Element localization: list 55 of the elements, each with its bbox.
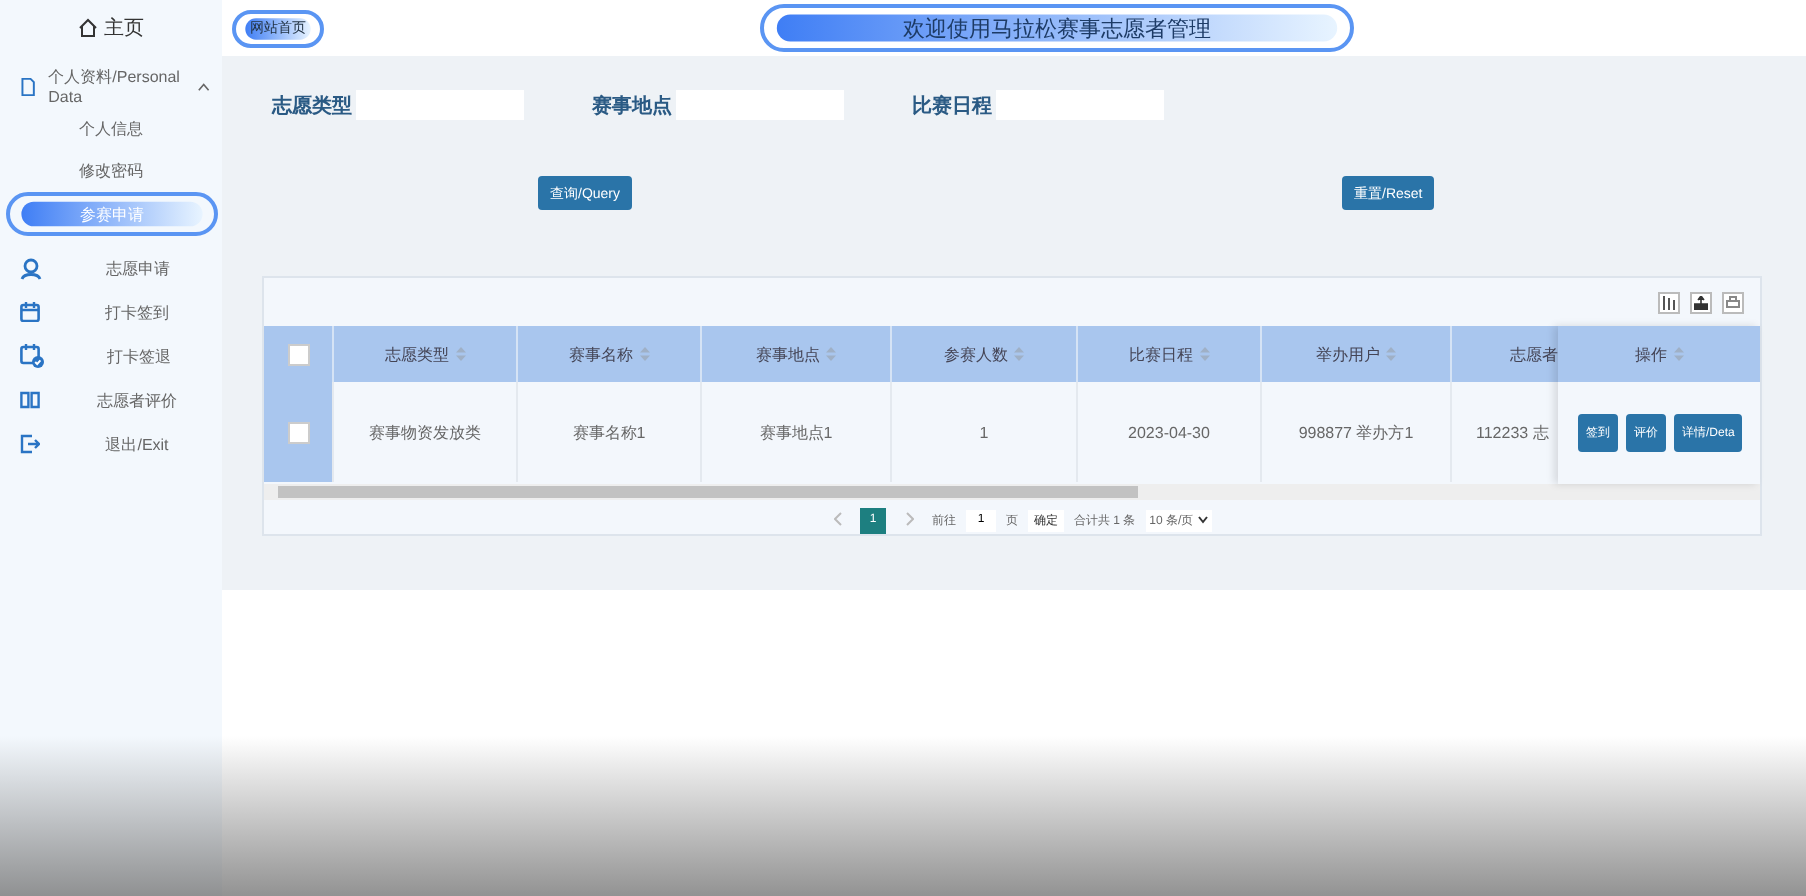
caret-icon (1197, 516, 1208, 524)
column-header[interactable]: 志愿者 (1510, 343, 1558, 365)
table-cell: 2023-04-30 (1128, 423, 1210, 441)
table-cell: 赛事地点1 (759, 421, 833, 443)
chevron-up-icon (198, 81, 210, 91)
submenu-item[interactable]: 个人信息 (0, 108, 222, 148)
horizontal-scrollbar[interactable] (264, 484, 1760, 500)
checkbox[interactable] (287, 421, 309, 443)
table-cell: 998877 举办方1 (1298, 421, 1414, 443)
menu-item[interactable]: 打卡签到 (0, 292, 222, 332)
menu-group[interactable]: 个人资料/Personal Data (0, 56, 222, 104)
menu-item[interactable]: 打卡签退 (0, 336, 222, 376)
column-header[interactable]: 志愿类型 (385, 343, 449, 365)
export-icon (1694, 295, 1708, 309)
table-cell: 赛事名称1 (572, 421, 646, 443)
user-icon (20, 257, 42, 279)
sort-icon (1673, 346, 1683, 362)
sort-icon (455, 346, 465, 362)
submenu-item[interactable]: 修改密码 (0, 150, 222, 190)
calendar-icon (20, 302, 40, 322)
print-button[interactable] (1722, 291, 1744, 313)
column-header[interactable]: 参赛人数 (944, 343, 1008, 365)
chevron-left-icon (833, 511, 841, 525)
column-header[interactable]: 操作 (1635, 343, 1667, 365)
menu-item[interactable]: 志愿申请 (0, 248, 222, 288)
export-button[interactable] (1690, 291, 1712, 313)
sort-icon (639, 346, 649, 362)
menu-item[interactable]: 退出/Exit (0, 424, 222, 464)
columns-button[interactable] (1658, 291, 1680, 313)
welcome-banner: 欢迎使用马拉松赛事志愿者管理 (760, 4, 1354, 52)
printer-icon (1726, 295, 1740, 309)
column-header[interactable]: 举办用户 (1316, 343, 1380, 365)
table-cell: 赛事物资发放类 (369, 421, 481, 443)
table-cell: 1 (979, 423, 989, 441)
column-header[interactable]: 赛事名称 (569, 343, 633, 365)
field-label: 赛事地点 (592, 92, 674, 119)
table-cell: 112233 志 (1476, 421, 1549, 443)
document-icon (20, 75, 37, 97)
book-icon (20, 390, 40, 410)
columns-icon (1662, 295, 1676, 309)
chevron-right-icon (905, 511, 913, 525)
home-link[interactable]: 主页 (0, 0, 222, 56)
column-header[interactable]: 比赛日程 (1129, 343, 1193, 365)
field-label: 比赛日程 (912, 92, 994, 119)
field-label: 志愿类型 (272, 93, 354, 119)
checkbox[interactable] (287, 343, 309, 365)
sort-icon (1386, 346, 1396, 362)
calendar-check-icon (20, 344, 44, 368)
home-icon (78, 18, 98, 38)
menu-item[interactable]: 志愿者评价 (0, 380, 222, 420)
sort-icon (826, 346, 836, 362)
sort-icon (1199, 346, 1209, 362)
logout-icon (20, 434, 40, 454)
column-header[interactable]: 赛事地点 (756, 343, 820, 365)
sort-icon (1014, 346, 1024, 362)
